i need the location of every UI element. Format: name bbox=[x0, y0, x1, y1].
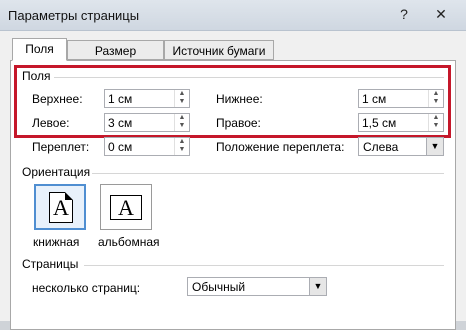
spin-up-icon[interactable]: ▲ bbox=[175, 138, 189, 146]
help-button[interactable]: ? bbox=[390, 3, 418, 25]
multiple-pages-select[interactable]: Обычный ▼ bbox=[187, 277, 327, 296]
title-bar: Параметры страницы ? ✕ bbox=[0, 0, 466, 31]
landscape-page-icon: A bbox=[110, 195, 142, 220]
orientation-group-label: Ориентация bbox=[22, 165, 91, 179]
divider bbox=[84, 265, 444, 266]
landscape-label[interactable]: альбомная bbox=[98, 235, 160, 249]
multiple-pages-value: Обычный bbox=[192, 280, 246, 294]
tab-margins[interactable]: Поля bbox=[12, 38, 67, 61]
highlight-frame bbox=[14, 65, 451, 138]
multiple-pages-label: несколько страниц: bbox=[32, 281, 141, 295]
divider bbox=[92, 173, 444, 174]
gutter-position-value: Слева bbox=[363, 140, 399, 154]
spin-down-icon[interactable]: ▼ bbox=[175, 146, 189, 154]
gutter-spinner[interactable]: 0 см ▲ ▼ bbox=[104, 137, 190, 156]
landscape-button[interactable]: A bbox=[100, 184, 152, 230]
close-button[interactable]: ✕ bbox=[424, 3, 458, 25]
tab-paper-size[interactable]: Размер бумаги bbox=[67, 40, 164, 78]
chevron-down-icon[interactable]: ▼ bbox=[426, 138, 443, 155]
gutter-position-select[interactable]: Слева ▼ bbox=[358, 137, 444, 156]
gutter-value: 0 см bbox=[108, 140, 133, 154]
tab-paper-source[interactable]: Источник бумаги bbox=[164, 40, 274, 60]
portrait-page-icon: A bbox=[49, 192, 73, 223]
pages-group-label: Страницы bbox=[22, 257, 79, 271]
gutter-position-label: Положение переплета: bbox=[216, 140, 345, 154]
gutter-label: Переплет: bbox=[32, 140, 90, 154]
page-setup-dialog: Параметры страницы ? ✕ Поля Размер бумаг… bbox=[0, 0, 466, 330]
portrait-label[interactable]: книжная bbox=[33, 235, 79, 249]
portrait-button[interactable]: A bbox=[34, 184, 86, 230]
chevron-down-icon[interactable]: ▼ bbox=[309, 278, 326, 295]
dialog-title: Параметры страницы bbox=[8, 8, 140, 23]
